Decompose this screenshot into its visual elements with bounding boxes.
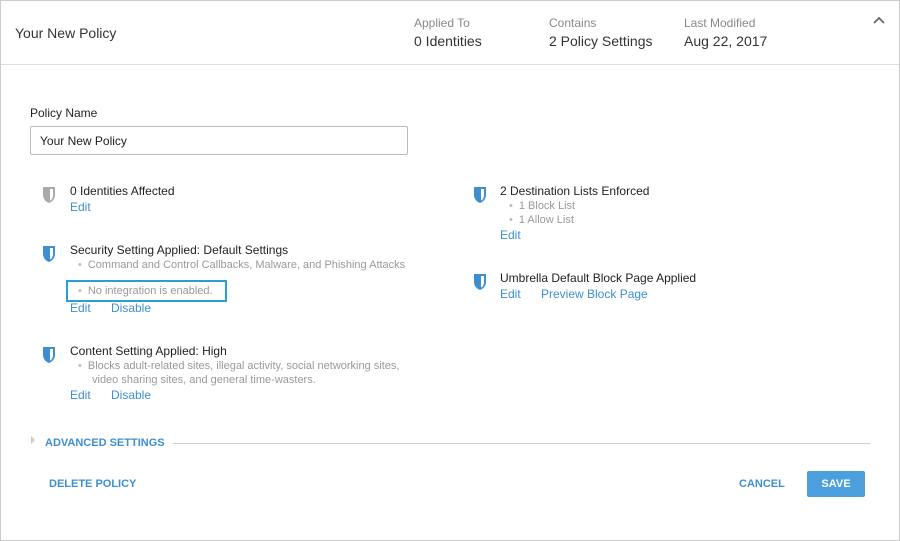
preview-block-page-link[interactable]: Preview Block Page — [541, 287, 648, 301]
collapse-chevron-icon[interactable] — [873, 11, 885, 27]
contains-label: Contains — [549, 16, 597, 30]
content-disable-link[interactable]: Disable — [111, 388, 151, 402]
save-button[interactable]: SAVE — [807, 471, 865, 497]
contains-value: 2 Policy Settings — [549, 33, 653, 49]
content-setting-title: Content Setting Applied: High — [70, 344, 227, 358]
last-modified-value: Aug 22, 2017 — [684, 33, 768, 49]
cancel-button[interactable]: CANCEL — [739, 478, 785, 490]
divider — [173, 443, 870, 444]
delete-policy-button[interactable]: DELETE POLICY — [49, 478, 136, 490]
security-edit-link[interactable]: Edit — [70, 301, 91, 315]
block-page-edit-link[interactable]: Edit — [500, 287, 521, 301]
shield-icon — [43, 246, 55, 262]
expand-triangle-icon[interactable] — [31, 436, 35, 444]
highlight-box — [66, 280, 227, 302]
policy-title: Your New Policy — [15, 25, 117, 41]
destination-edit-link[interactable]: Edit — [500, 228, 521, 242]
content-bullet: Blocks adult-related sites, illegal acti… — [78, 359, 423, 387]
identities-affected-title: 0 Identities Affected — [70, 184, 175, 198]
policy-header[interactable]: Your New Policy Applied To 0 Identities … — [1, 1, 899, 65]
block-page-title: Umbrella Default Block Page Applied — [500, 271, 697, 285]
identities-edit-link[interactable]: Edit — [70, 200, 91, 214]
applied-to-label: Applied To — [414, 16, 470, 30]
destination-lists-title: 2 Destination Lists Enforced — [500, 184, 650, 198]
allow-list-bullet: 1 Allow List — [509, 213, 574, 227]
policy-name-label: Policy Name — [30, 106, 98, 120]
security-bullet: Command and Control Callbacks, Malware, … — [78, 258, 418, 271]
applied-to-value: 0 Identities — [414, 33, 482, 49]
advanced-settings-toggle[interactable]: ADVANCED SETTINGS — [45, 437, 165, 449]
security-disable-link[interactable]: Disable — [111, 301, 151, 315]
block-list-bullet: 1 Block List — [509, 199, 575, 213]
last-modified-label: Last Modified — [684, 16, 756, 30]
shield-icon — [43, 187, 55, 203]
security-setting-title: Security Setting Applied: Default Settin… — [70, 243, 289, 257]
shield-icon — [43, 347, 55, 363]
policy-name-input[interactable] — [30, 126, 408, 155]
content-edit-link[interactable]: Edit — [70, 388, 91, 402]
shield-icon — [474, 187, 486, 203]
shield-icon — [474, 274, 486, 290]
